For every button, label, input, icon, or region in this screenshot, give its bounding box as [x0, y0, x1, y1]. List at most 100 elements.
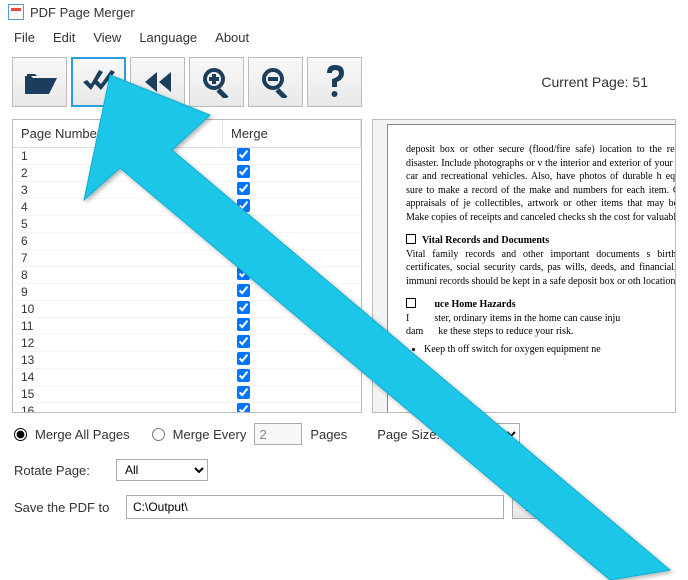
menu-bar: File Edit View Language About [0, 24, 688, 51]
current-page-label: Current Page: [541, 74, 628, 90]
page-number-cell: 6 [13, 234, 223, 248]
app-icon [8, 4, 24, 20]
save-path-input[interactable] [126, 495, 504, 519]
page-number-cell: 2 [13, 166, 223, 180]
page-number-cell: 5 [13, 217, 223, 231]
table-row[interactable]: 2 [13, 165, 361, 182]
list-header: Page Number Merge [13, 120, 361, 148]
merge-checkbox[interactable] [237, 199, 250, 212]
zoom-out-button[interactable] [248, 57, 303, 107]
col-merge[interactable]: Merge [223, 120, 361, 147]
select-all-button[interactable] [71, 57, 126, 107]
page-number-cell: 11 [13, 319, 223, 333]
menu-file[interactable]: File [14, 30, 35, 45]
current-page: Current Page: 51 [541, 74, 676, 90]
help-button[interactable] [307, 57, 362, 107]
app-title: PDF Page Merger [30, 5, 135, 20]
page-number-cell: 15 [13, 387, 223, 401]
browse-button[interactable]: Browse [512, 495, 578, 519]
page-number-cell: 4 [13, 200, 223, 214]
doc-heading: uce Home Hazards [406, 298, 676, 312]
table-row[interactable]: 1 [13, 148, 361, 165]
question-icon [324, 65, 346, 99]
double-arrow-left-icon [141, 70, 175, 94]
table-row[interactable]: 10 [13, 301, 361, 318]
table-row[interactable]: 5 [13, 216, 361, 233]
merge-checkbox[interactable] [237, 216, 250, 229]
menu-view[interactable]: View [93, 30, 121, 45]
doc-paragraph: I ster, ordinary items in the home can c… [406, 312, 676, 339]
merge-checkbox[interactable] [237, 369, 250, 382]
zoom-in-button[interactable] [189, 57, 244, 107]
menu-about[interactable]: About [215, 30, 249, 45]
page-size-label: Page Size: [377, 427, 440, 442]
doc-paragraph: deposit box or other secure (flood/fire … [406, 143, 676, 224]
merge-checkbox[interactable] [237, 148, 250, 161]
table-row[interactable]: 15 [13, 386, 361, 403]
doc-bullet-list: Keep th off switch for oxygen equipment … [424, 343, 676, 357]
merge-checkbox[interactable] [237, 403, 250, 413]
merge-every-label: Merge Every [173, 427, 247, 442]
col-page-number[interactable]: Page Number [13, 120, 223, 147]
table-row[interactable]: 9 [13, 284, 361, 301]
merge-every-radio[interactable] [152, 428, 165, 441]
page-number-cell: 9 [13, 285, 223, 299]
merge-checkbox[interactable] [237, 233, 250, 246]
main-area: Page Number Merge 1234567891011121314151… [0, 119, 688, 413]
page-size-select[interactable]: A4 [448, 423, 520, 445]
open-button[interactable] [12, 57, 67, 107]
rotate-select[interactable]: All [116, 459, 208, 481]
page-number-cell: 12 [13, 336, 223, 350]
menu-language[interactable]: Language [139, 30, 197, 45]
merge-checkbox[interactable] [237, 335, 250, 348]
doc-heading: Vital Records and Documents [406, 234, 676, 248]
title-bar: PDF Page Merger [0, 0, 688, 24]
double-check-icon [81, 68, 117, 96]
table-row[interactable]: 16 [13, 403, 361, 413]
current-page-value: 51 [632, 74, 648, 90]
table-row[interactable]: 11 [13, 318, 361, 335]
pages-label: Pages [310, 427, 347, 442]
table-row[interactable]: 12 [13, 335, 361, 352]
merge-all-label: Merge All Pages [35, 427, 130, 442]
merge-all-radio[interactable] [14, 428, 27, 441]
merge-checkbox[interactable] [237, 284, 250, 297]
menu-edit[interactable]: Edit [53, 30, 75, 45]
page-number-cell: 13 [13, 353, 223, 367]
merge-checkbox[interactable] [237, 165, 250, 178]
page-number-cell: 14 [13, 370, 223, 384]
table-row[interactable]: 3 [13, 182, 361, 199]
merge-checkbox[interactable] [237, 318, 250, 331]
toolbar-row: Current Page: 51 [0, 51, 688, 119]
preview-panel[interactable]: deposit box or other secure (flood/fire … [372, 119, 676, 413]
merge-checkbox[interactable] [237, 352, 250, 365]
merge-checkbox[interactable] [237, 386, 250, 399]
page-number-cell: 3 [13, 183, 223, 197]
table-row[interactable]: 14 [13, 369, 361, 386]
merge-every-value[interactable] [254, 423, 302, 445]
merge-checkbox[interactable] [237, 250, 250, 263]
table-row[interactable]: 6 [13, 233, 361, 250]
page-number-cell: 7 [13, 251, 223, 265]
page-number-cell: 10 [13, 302, 223, 316]
page-number-cell: 16 [13, 404, 223, 413]
merge-checkbox[interactable] [237, 182, 250, 195]
table-row[interactable]: 13 [13, 352, 361, 369]
page-list[interactable]: Page Number Merge 1234567891011121314151… [12, 119, 362, 413]
page-number-cell: 8 [13, 268, 223, 282]
rotate-label: Rotate Page: [14, 463, 108, 478]
table-row[interactable]: 8 [13, 267, 361, 284]
merge-checkbox[interactable] [237, 301, 250, 314]
zoom-out-icon [260, 66, 292, 98]
undo-button[interactable] [130, 57, 185, 107]
doc-bullet: Keep th off switch for oxygen equipment … [424, 343, 676, 357]
document-preview: deposit box or other secure (flood/fire … [387, 124, 676, 413]
merge-checkbox[interactable] [237, 267, 250, 280]
zoom-in-icon [201, 66, 233, 98]
page-number-cell: 1 [13, 149, 223, 163]
bottom-controls: Merge All Pages Merge Every Pages Page S… [0, 413, 688, 543]
save-label: Save the PDF to [14, 500, 118, 515]
table-row[interactable]: 4 [13, 199, 361, 216]
toolbar [12, 57, 362, 107]
table-row[interactable]: 7 [13, 250, 361, 267]
